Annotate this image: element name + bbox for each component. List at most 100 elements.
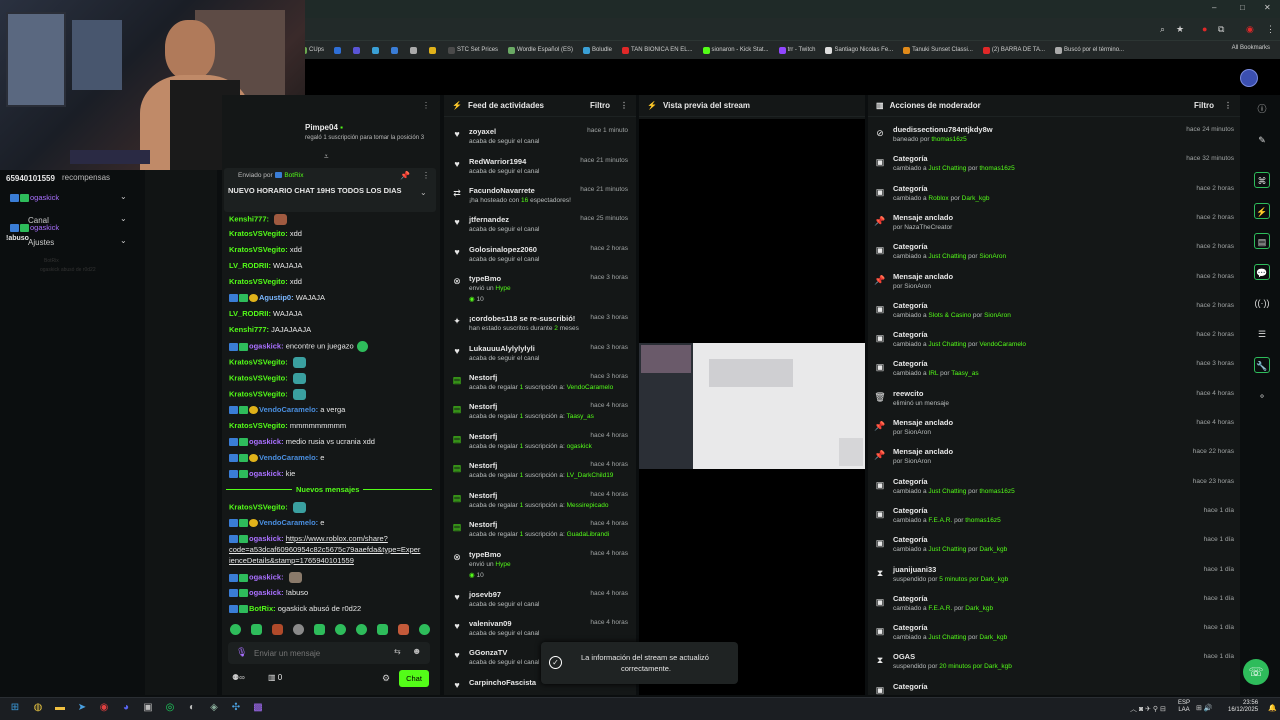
menu-icon[interactable]: ⋮: [1266, 24, 1275, 35]
all-bookmarks-button[interactable]: All Bookmarks: [1232, 45, 1270, 51]
emote-icon[interactable]: [314, 624, 325, 635]
bookmark-item[interactable]: trr - Twitch: [778, 46, 815, 54]
chat-bubble-icon[interactable]: 💬: [1254, 264, 1270, 280]
help-chat-icon[interactable]: ☏: [1243, 659, 1269, 685]
feed-item-name[interactable]: Nestorfj: [469, 432, 497, 441]
feed-item[interactable]: ▤ Nestorfj acaba de regalar 1 suscripción …: [448, 430, 634, 459]
mod-action-item[interactable]: ▣ Categoría cambiado a Just Chatting por S…: [870, 241, 1238, 270]
mod-action-item[interactable]: ⊘ duedissectionu784ntjkdy8w baneado por th…: [870, 124, 1238, 153]
command-icon[interactable]: ⇆: [394, 647, 401, 656]
mod-action-item[interactable]: 📌 Mensaje anclado por SionAron hace 22 hora…: [870, 446, 1238, 475]
feed-item-name[interactable]: zoyaxel: [469, 127, 496, 136]
feed-item-name[interactable]: CarpinchoFascista: [469, 678, 536, 687]
mod-action-item[interactable]: 📌 Mensaje anclado por NazaTheCreator hace 2…: [870, 212, 1238, 241]
star-icon[interactable]: ★: [1176, 24, 1184, 35]
share-icon[interactable]: ⚬: [1254, 388, 1270, 404]
zoom-icon[interactable]: ⌕: [1160, 24, 1165, 35]
mod-action-item[interactable]: ▣ Categoría cambiado a Roblox por Dark_kgb…: [870, 183, 1238, 212]
sidebar-user-2[interactable]: ogaskick: [10, 223, 59, 233]
chat-link-continuation[interactable]: code=a53dcaf60960954c82c5675c79aaefda&ty…: [229, 545, 420, 555]
mod-action-item[interactable]: 📌 Mensaje anclado por SionAron hace 4 horas: [870, 417, 1238, 446]
feed-item[interactable]: ▤ Nestorfj acaba de regalar 1 suscripción …: [448, 518, 634, 547]
feed-item[interactable]: ♥ jtfernandez acaba de seguir el canal hace…: [448, 213, 634, 242]
clock[interactable]: 23:56 16/12/2025: [1228, 700, 1258, 714]
feed-item-name[interactable]: typeBmo: [469, 550, 501, 559]
app-icon[interactable]: ◈: [207, 701, 221, 715]
app-icon[interactable]: ✣: [229, 701, 243, 715]
mod-action-item[interactable]: ▣ Categoría cambiado a Just Chatting por V…: [870, 329, 1238, 358]
wrench-icon[interactable]: 🔧: [1254, 357, 1270, 373]
emote-icon[interactable]: [356, 624, 367, 635]
collapse-icon[interactable]: ⩡: [324, 152, 329, 162]
mod-filter-button[interactable]: Filtro: [1194, 101, 1214, 110]
bookmark-item[interactable]: Wordle Español (ES): [508, 46, 573, 54]
users-icon[interactable]: ⚉∞: [232, 673, 245, 682]
chat-username[interactable]: KratosVSVegito:: [229, 389, 288, 398]
feed-item-name[interactable]: RedWarrior1994: [469, 157, 526, 166]
chevron-down-icon[interactable]: ⌄: [120, 214, 127, 223]
mod-action-item[interactable]: ▣ Categoría cambiado a IRL por Taasy_as hac…: [870, 358, 1238, 387]
sidebar-item-ajustes[interactable]: Ajustes: [28, 238, 54, 247]
feed-item-name[interactable]: LukauuuAlylylylyli: [469, 344, 535, 353]
feed-item[interactable]: ♥ RedWarrior1994 acaba de seguir el canal h…: [448, 155, 634, 184]
microphone-icon[interactable]: 🎙: [236, 647, 247, 658]
spotify-icon[interactable]: ◎: [163, 701, 177, 715]
feed-item-name[interactable]: josevb97: [469, 590, 501, 599]
chrome-icon[interactable]: ◍: [31, 701, 45, 715]
language-indicator[interactable]: ESP LAA: [1178, 700, 1190, 714]
mod-action-item[interactable]: ⧗ OGAS suspendido por 20 minutos por Dark_…: [870, 651, 1238, 680]
mod-action-item[interactable]: ▣ Categoría cambiado a Slots & Casino por …: [870, 300, 1238, 329]
emote-icon[interactable]: [398, 624, 409, 635]
minimize-button[interactable]: –: [1212, 3, 1216, 12]
feed-item[interactable]: ▤ Nestorfj acaba de regalar 1 suscripción …: [448, 400, 634, 429]
bookmark-item[interactable]: Santiago Nicolas Fe...: [825, 46, 893, 54]
chat-username[interactable]: KratosVSVegito:: [229, 277, 288, 286]
telegram-icon[interactable]: ➤: [75, 701, 89, 715]
preview-icon[interactable]: ▤: [1254, 233, 1270, 249]
mod-action-item[interactable]: ▣ Categoría cambiado a F.E.A.R. por Dark_k…: [870, 593, 1238, 622]
tray-icons[interactable]: ︿ ◙ ✈ ⚲ ⊟: [1130, 704, 1166, 714]
feed-item-name[interactable]: Nestorfj: [469, 461, 497, 470]
feed-item[interactable]: ⇄ FacundoNavarrete ¡ha hosteado con 16 esp…: [448, 184, 634, 213]
feed-item-name[interactable]: Nestorfj: [469, 402, 497, 411]
bookmark-item[interactable]: [429, 46, 438, 54]
chat-username[interactable]: KratosVSVegito:: [229, 373, 288, 382]
emote-icon[interactable]: [377, 624, 388, 635]
mod-action-item[interactable]: ⧗ juanijuani33 suspendido por 5 minutos po…: [870, 564, 1238, 593]
chevron-down-icon[interactable]: ⌄: [420, 188, 427, 197]
chat-username[interactable]: KratosVSVegito:: [229, 245, 288, 254]
chat-username[interactable]: VendoCaramelo:: [259, 518, 318, 527]
emote-icon[interactable]: [419, 624, 430, 635]
mod-action-item[interactable]: ▣ Categoría cambiado a Just Chatting por D…: [870, 534, 1238, 563]
bookmark-item[interactable]: STC Set Prices: [448, 46, 498, 54]
user-avatar[interactable]: [1240, 69, 1258, 87]
pin-icon[interactable]: 📌: [400, 171, 410, 180]
chat-options-icon[interactable]: ⋮: [422, 101, 430, 110]
feed-item-name[interactable]: valenivan09: [469, 619, 512, 628]
bookmark-item[interactable]: [353, 46, 362, 54]
feed-item[interactable]: ▤ Nestorfj acaba de regalar 1 suscripción …: [448, 489, 634, 518]
info-icon[interactable]: ⓘ: [1254, 101, 1270, 117]
bookmark-item[interactable]: Boludle: [582, 46, 612, 54]
bookmark-item[interactable]: [372, 46, 381, 54]
record-icon[interactable]: ●: [1202, 24, 1207, 34]
feed-item[interactable]: ♥ zoyaxel acaba de seguir el canal hace 1 m…: [448, 125, 634, 154]
chat-popout-icon[interactable]: ⌘: [1254, 172, 1270, 188]
chat-username[interactable]: ogaskick:: [249, 534, 284, 543]
mod-action-item[interactable]: 📌 Mensaje anclado por SionAron hace 2 horas: [870, 271, 1238, 300]
feed-item[interactable]: ♥ Golosinalopez2060 acaba de seguir el can…: [448, 243, 634, 272]
tray-icons[interactable]: ⊞ 🔊: [1196, 704, 1213, 712]
feed-options-icon[interactable]: ⋮: [620, 101, 628, 110]
mod-action-item[interactable]: ▣ Categoría cambiado a Just Chatting por t…: [870, 153, 1238, 182]
feed-item-name[interactable]: Nestorfj: [469, 373, 497, 382]
chat-input-box[interactable]: 🎙 ⇆ ☻: [228, 642, 430, 664]
feed-item[interactable]: ▤ Nestorfj acaba de regalar 1 suscripción …: [448, 459, 634, 488]
feed-item[interactable]: ⊗ typeBmo envió un Hype ◉ 10 hace 4 horas: [448, 548, 634, 579]
chat-username[interactable]: VendoCaramelo:: [259, 405, 318, 414]
chat-username[interactable]: KratosVSVegito:: [229, 229, 288, 238]
emote-icon[interactable]: [293, 624, 304, 635]
emoji-icon[interactable]: ☻: [412, 646, 421, 656]
app-icon[interactable]: ◉: [97, 701, 111, 715]
preview-video[interactable]: [639, 343, 865, 469]
feed-item[interactable]: ✦ ¡cordobes118 se re-suscribió! han estado…: [448, 312, 634, 341]
